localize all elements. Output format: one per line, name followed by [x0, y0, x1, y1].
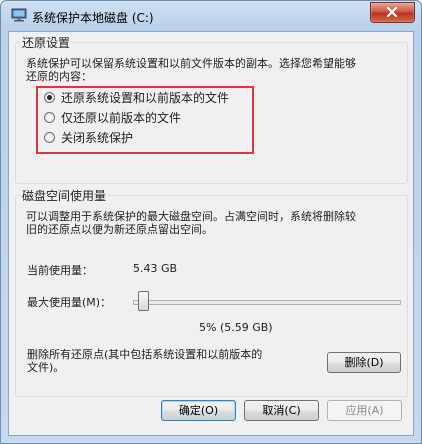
- delete-description-line1: 删除所有还原点(其中包括系统设置和以前版本的: [27, 348, 263, 361]
- restore-description-line2: 还原的内容：: [26, 70, 92, 83]
- max-usage-value: 5% (5.59 GB): [199, 321, 273, 334]
- restore-description: 系统保护可以保留系统设置和以前文件版本的副本。选择您希望能够 还原的内容：: [26, 57, 398, 83]
- radio-button[interactable]: [44, 111, 55, 123]
- ok-button[interactable]: 确定(O): [161, 400, 236, 421]
- computer-icon: [11, 8, 27, 22]
- option-restore-files-only[interactable]: 仅还原以前版本的文件: [44, 109, 181, 125]
- title-bar[interactable]: 系统保护本地磁盘 (C:): [1, 1, 421, 31]
- dialog-client-area: 还原设置 系统保护可以保留系统设置和以前文件版本的副本。选择您希望能够 还原的内…: [8, 31, 414, 436]
- radio-button-checked[interactable]: [44, 91, 55, 103]
- option-label: 还原系统设置和以前版本的文件: [61, 90, 230, 105]
- option-label: 仅还原以前版本的文件: [61, 110, 182, 125]
- max-usage-slider-track[interactable]: [133, 300, 401, 305]
- delete-description: 删除所有还原点(其中包括系统设置和以前版本的 文件)。: [27, 348, 262, 374]
- current-usage-label: 当前使用量：: [27, 264, 93, 277]
- restore-settings-title: 还原设置: [20, 34, 73, 51]
- disk-description: 可以调整用于系统保护的最大磁盘空间。占满空间时，系统将删除较 旧的还原点以便为新…: [26, 210, 398, 236]
- max-usage-label: 最大使用量(M)：: [27, 296, 112, 309]
- radio-button[interactable]: [44, 131, 55, 143]
- option-restore-system-and-files[interactable]: 还原系统设置和以前版本的文件: [44, 89, 229, 105]
- disk-description-line1: 可以调整用于系统保护的最大磁盘空间。占满空间时，系统将删除较: [26, 210, 356, 223]
- option-label: 关闭系统保护: [61, 130, 134, 145]
- disk-space-title: 磁盘空间使用量: [20, 187, 109, 204]
- close-button[interactable]: [370, 2, 415, 23]
- window-title: 系统保护本地磁盘 (C:): [32, 11, 154, 25]
- close-icon: [386, 7, 398, 17]
- current-usage-value: 5.43 GB: [133, 262, 178, 275]
- option-turn-off-protection[interactable]: 关闭系统保护: [44, 129, 133, 145]
- cancel-button[interactable]: 取消(C): [244, 400, 319, 421]
- restore-description-line1: 系统保护可以保留系统设置和以前文件版本的副本。选择您希望能够: [26, 57, 356, 70]
- dialog-window: 系统保护本地磁盘 (C:) 还原设置 系统保护可以保留系统设置和以前文件版本的副…: [0, 0, 422, 444]
- apply-button[interactable]: 应用(A): [327, 400, 402, 421]
- disk-description-line2: 旧的还原点以便为新还原点留出空间。: [26, 223, 213, 236]
- delete-description-line2: 文件)。: [27, 361, 65, 374]
- max-usage-slider-thumb[interactable]: [138, 291, 149, 311]
- delete-button[interactable]: 删除(D): [327, 352, 401, 373]
